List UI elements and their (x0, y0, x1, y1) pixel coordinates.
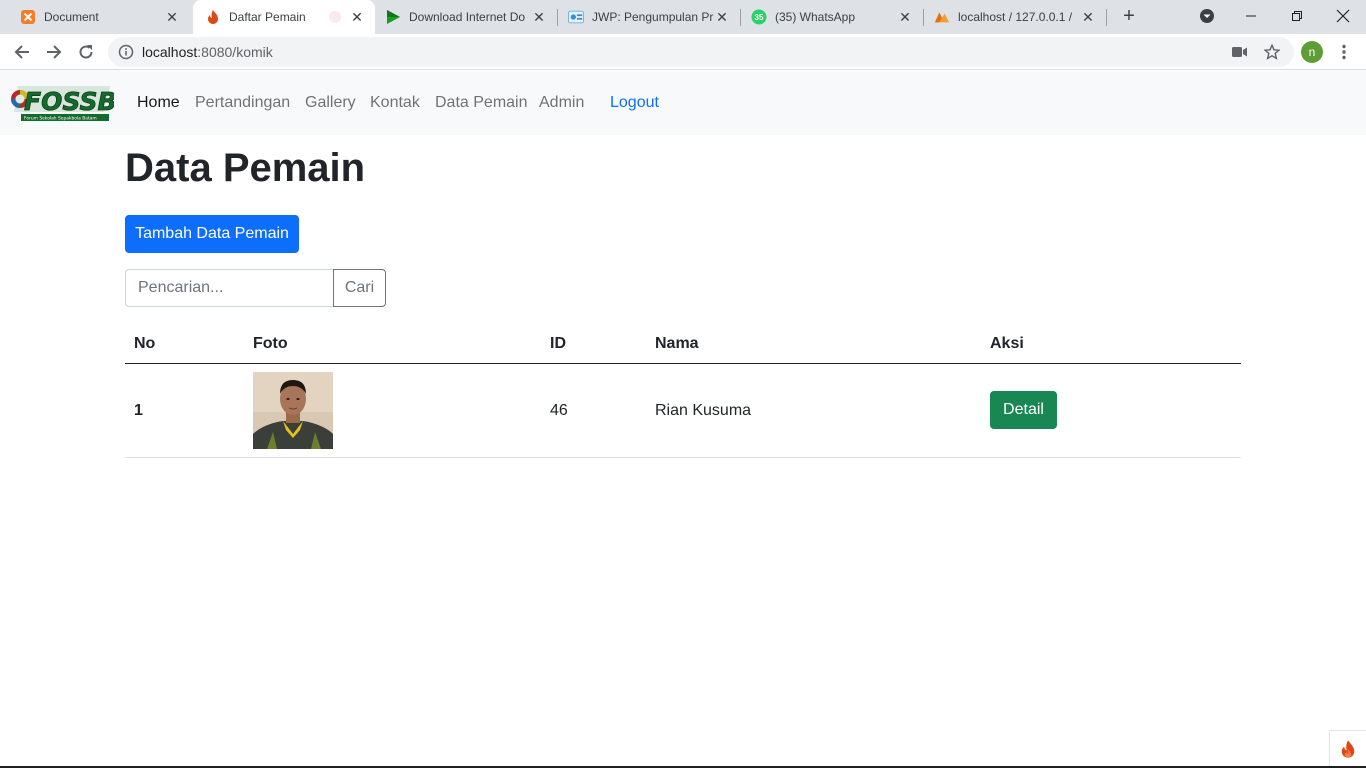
close-icon[interactable]: ✕ (714, 9, 730, 25)
page-title: Data Pemain (125, 146, 366, 190)
fossbat-logo[interactable]: FOSSBAT Forum Sekolah Sepakbola Batam (10, 83, 153, 123)
column-header-foto: Foto (253, 335, 288, 352)
tab-phpmyadmin[interactable]: localhost / 127.0.0.1 / ✕ (924, 0, 1106, 34)
brand-subtext: Forum Sekolah Sepakbola Batam (24, 116, 97, 122)
table-row: 1 46 Rian Kusuma Detail (125, 364, 1241, 458)
search-button[interactable]: Cari (333, 269, 386, 307)
menu-kebab-icon[interactable] (1334, 42, 1354, 62)
brand-text: FOSSBAT (24, 87, 114, 116)
tab-download-idm[interactable]: Download Internet Do ✕ (375, 0, 557, 34)
reload-icon[interactable] (76, 42, 96, 62)
nav-pertandingan[interactable]: Pertandingan (195, 94, 290, 112)
tab-title: localhost / 127.0.0.1 / (958, 10, 1073, 24)
window-close-icon[interactable] (1320, 0, 1366, 32)
new-tab-button[interactable]: + (1119, 6, 1139, 27)
player-photo (253, 372, 333, 449)
nav-data-pemain[interactable]: Data Pemain (435, 94, 528, 112)
close-icon[interactable]: ✕ (164, 9, 180, 25)
nav-gallery[interactable]: Gallery (305, 94, 356, 112)
restore-icon[interactable] (1274, 0, 1320, 32)
column-header-no: No (134, 335, 156, 352)
table-header: No Foto ID Nama Aksi (125, 324, 1241, 364)
nav-kontak[interactable]: Kontak (370, 94, 420, 112)
whatsapp-badge: 35 (754, 12, 764, 22)
detail-button[interactable]: Detail (990, 391, 1057, 429)
tab-title: Daftar Pemain (229, 10, 306, 24)
url-path: :8080/komik (197, 44, 273, 60)
tab-title: (35) WhatsApp (775, 10, 856, 24)
nav-home[interactable]: Home (137, 94, 180, 112)
nav-admin[interactable]: Admin (539, 94, 584, 112)
search-input[interactable] (125, 269, 334, 307)
browser-tab-bar: Document ✕ Daftar Pemain ✕ Download Inte… (0, 0, 1366, 34)
tab-jwp[interactable]: JWP: Pengumpulan Pr ✕ (558, 0, 740, 34)
xampp-icon (20, 9, 36, 25)
close-icon[interactable]: ✕ (531, 9, 547, 25)
tab-document[interactable]: Document ✕ (0, 0, 190, 34)
forward-icon[interactable] (44, 42, 64, 62)
close-icon[interactable]: ✕ (897, 9, 913, 25)
tab-title: Download Internet Do (409, 10, 526, 24)
column-header-aksi: Aksi (990, 335, 1024, 352)
url-host: localhost (142, 44, 198, 60)
nav-logout[interactable]: Logout (610, 94, 659, 112)
address-bar[interactable]: localhost:8080/komik (108, 37, 1294, 67)
column-header-nama: Nama (655, 335, 699, 352)
tab-daftar-pemain[interactable]: Daftar Pemain ✕ (193, 0, 375, 34)
tab-whatsapp[interactable]: 35 (35) WhatsApp ✕ (741, 0, 923, 34)
whatsapp-icon: 35 (751, 9, 767, 25)
profile-avatar[interactable]: n (1301, 41, 1323, 63)
tab-title: JWP: Pengumpulan Pr (592, 10, 714, 24)
cell-nama: Rian Kusuma (655, 402, 752, 419)
play-icon (385, 9, 401, 25)
close-icon[interactable]: ✕ (1080, 9, 1096, 25)
close-icon[interactable]: ✕ (349, 9, 365, 25)
phpmyadmin-icon (934, 9, 950, 25)
jwp-icon (568, 9, 584, 25)
cell-no: 1 (134, 402, 143, 419)
codeigniter-flame-icon (205, 9, 221, 25)
tab-title: Document (44, 10, 99, 24)
loading-dot (329, 11, 341, 23)
cell-id: 46 (550, 402, 568, 419)
minimize-icon[interactable] (1228, 0, 1274, 32)
camera-icon[interactable] (1230, 42, 1250, 62)
codeigniter-debug-toolbar-icon[interactable] (1329, 730, 1366, 767)
bookmark-star-icon[interactable] (1262, 42, 1282, 62)
add-player-button[interactable]: Tambah Data Pemain (125, 215, 299, 253)
tab-search-icon[interactable] (1184, 0, 1230, 32)
browser-toolbar: localhost:8080/komik n (0, 34, 1366, 70)
column-header-id: ID (550, 335, 566, 352)
url-text: localhost:8080/komik (142, 44, 273, 60)
info-icon[interactable] (118, 44, 134, 60)
site-navbar: FOSSBAT Forum Sekolah Sepakbola Batam Ho… (0, 71, 1366, 135)
back-icon[interactable] (12, 42, 32, 62)
tab-separator (1106, 9, 1107, 26)
